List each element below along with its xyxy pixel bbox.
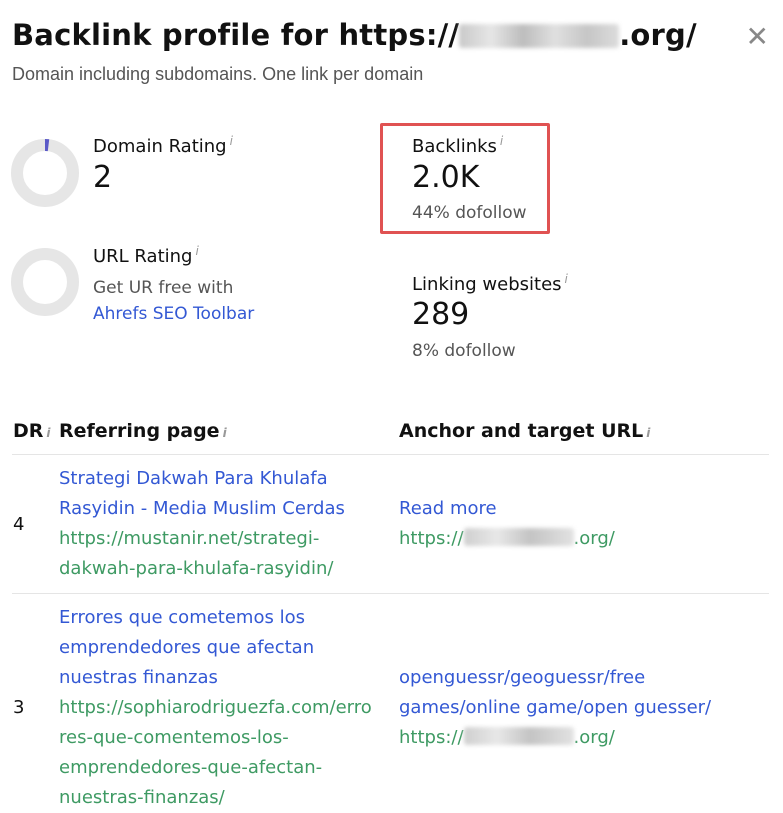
anchor-cell: Read more https://.org/: [399, 494, 615, 554]
info-icon: i: [564, 272, 568, 286]
linking-websites-dofollow: 8% dofollow: [412, 341, 516, 361]
row-dr: 3: [13, 697, 25, 718]
backlinks-label: Backlinks i: [412, 134, 504, 157]
title-prefix: Backlink profile for https://: [12, 18, 460, 52]
page-title: Backlink profile for https:// .org/: [12, 18, 697, 52]
subtitle: Domain including subdomains. One link pe…: [12, 64, 424, 84]
redacted-domain: [463, 528, 574, 546]
row-dr: 4: [13, 514, 25, 535]
referring-page-title[interactable]: Errores que cometemos los emprendedores …: [59, 607, 314, 688]
target-url[interactable]: https://.org/: [399, 727, 615, 748]
referring-page-cell: Errores que cometemos los emprendedores …: [59, 603, 372, 813]
anchor-cell: openguessr/geoguessr/free games/online g…: [399, 663, 711, 753]
info-icon: i: [195, 244, 199, 258]
url-rating-label: URL Rating i: [93, 244, 199, 267]
info-icon: i: [646, 426, 651, 440]
backlinks-value: 2.0K: [412, 160, 480, 195]
column-header-referring-page[interactable]: Referring page i: [59, 420, 227, 442]
backlink-profile-panel: Backlink profile for https:// .org/ ✕ Dom…: [0, 0, 783, 808]
redacted-domain: [459, 24, 620, 48]
target-url[interactable]: https://.org/: [399, 528, 615, 549]
info-icon: i: [499, 134, 504, 148]
backlinks-dofollow: 44% dofollow: [412, 203, 527, 223]
column-header-dr[interactable]: DR i: [13, 420, 51, 442]
anchor-text[interactable]: openguessr/geoguessr/free games/online g…: [399, 667, 711, 718]
title-suffix: .org/: [619, 18, 697, 52]
linking-websites-value: 289: [412, 297, 470, 332]
url-rating-ring: [11, 248, 79, 316]
ahrefs-toolbar-link[interactable]: Ahrefs SEO Toolbar: [93, 304, 254, 324]
referring-page-cell: Strategi Dakwah Para Khulafa Rasyidin - …: [59, 464, 345, 584]
domain-rating-value: 2: [93, 160, 113, 195]
domain-rating-label: Domain Rating i: [93, 134, 233, 157]
divider: [12, 593, 769, 594]
info-icon: i: [46, 426, 51, 440]
domain-rating-ring: [11, 139, 79, 207]
referring-page-title[interactable]: Strategi Dakwah Para Khulafa Rasyidin - …: [59, 468, 345, 519]
redacted-domain: [463, 727, 574, 745]
divider: [12, 454, 769, 455]
close-icon[interactable]: ✕: [746, 20, 769, 53]
info-icon: i: [222, 426, 227, 440]
column-header-anchor[interactable]: Anchor and target URL i: [399, 420, 650, 442]
anchor-text[interactable]: Read more: [399, 498, 497, 519]
linking-websites-label: Linking websites i: [412, 272, 568, 295]
info-icon: i: [229, 134, 233, 148]
referring-page-url[interactable]: https://sophiarodriguezfa.com/erro res-q…: [59, 697, 372, 808]
referring-page-url[interactable]: https://mustanir.net/strategi- dakwah-pa…: [59, 528, 333, 579]
url-rating-text: Get UR free with: [93, 278, 234, 298]
